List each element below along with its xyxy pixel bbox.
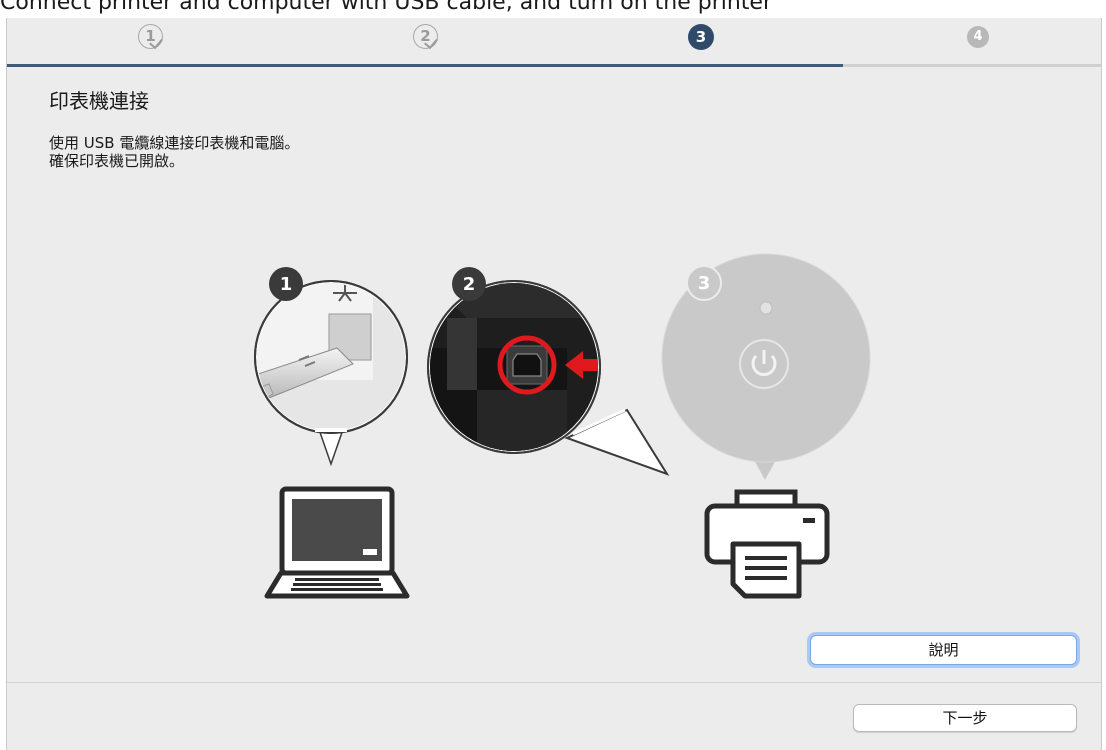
- printer-icon: [704, 489, 830, 599]
- badge-1-label: 1: [280, 274, 293, 295]
- step-badge-2: 2: [452, 267, 486, 301]
- connection-illustration: 1 2 3: [254, 253, 871, 599]
- footer-divider: [7, 682, 1101, 683]
- usb-plug-icon: [254, 280, 408, 467]
- badge-3-label: 3: [698, 273, 711, 294]
- step-badge-3: 3: [686, 265, 722, 301]
- installer-window: 1 2 3 4 印表機連接 使用 USB 電纜線連接印表機和電腦。 確保印表機已…: [6, 18, 1102, 750]
- badge-2-label: 2: [463, 274, 476, 295]
- usb-port-icon: [427, 280, 670, 476]
- next-button[interactable]: 下一步: [853, 704, 1077, 732]
- help-button[interactable]: 說明: [810, 635, 1077, 665]
- step-badge-1: 1: [269, 267, 303, 301]
- caption-text: Connect printer and computer with USB ca…: [0, 0, 773, 15]
- laptop-icon: [264, 486, 410, 599]
